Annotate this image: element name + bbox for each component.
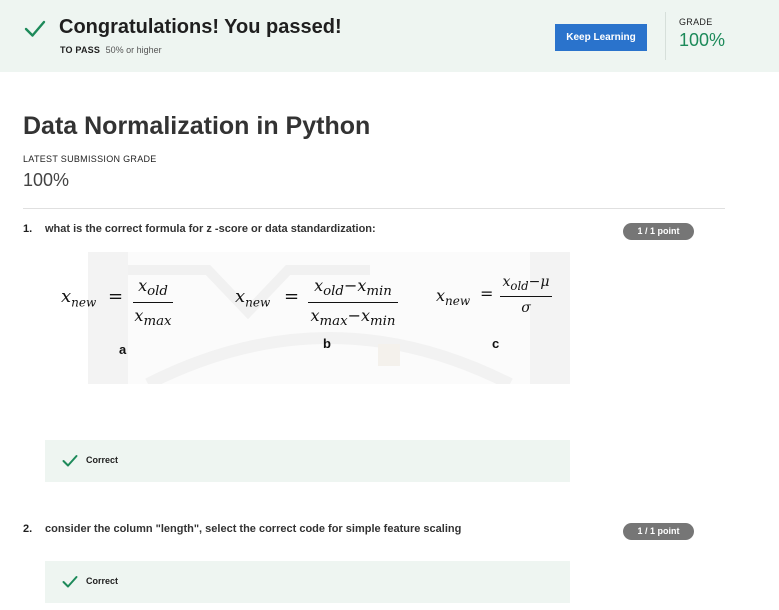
checkmark-icon (24, 18, 46, 45)
question-2-feedback: Correct (45, 561, 570, 603)
latest-submission-label: LATEST SUBMISSION GRADE (23, 154, 157, 164)
formula-c-lhs: xnew (436, 286, 471, 309)
formula-b-lhs: xnew (235, 286, 271, 310)
formula-c-fraction: xold−μ σ (500, 274, 552, 316)
feedback-label: Correct (86, 455, 119, 465)
page-title: Data Normalization in Python (23, 112, 371, 140)
latest-submission-value: 100% (23, 170, 70, 190)
section-divider (23, 208, 725, 209)
question-2-number: 2. (23, 523, 33, 535)
formula-a-fraction: xold xmax (133, 276, 173, 330)
question-2-text: consider the column "length", select the… (45, 523, 462, 535)
formula-c-label: c (492, 336, 500, 351)
grade-value: 100% (679, 30, 726, 50)
formula-b-fraction: xold−xmin xmax−xmin (308, 276, 398, 329)
question-1-text: what is the correct formula for z -score… (45, 223, 376, 235)
feedback-label: Correct (86, 576, 119, 586)
formula-b-equals: = (284, 286, 300, 307)
question-1-points-badge: 1 / 1 point (623, 223, 694, 240)
formula-c-equals: = (480, 284, 494, 303)
to-pass-value: 50% or higher (105, 45, 162, 55)
to-pass-info: TO PASS 50% or higher (60, 45, 162, 55)
formula-a-label: a (119, 342, 127, 357)
pass-banner: Congratulations! You passed! TO PASS 50%… (0, 0, 779, 72)
checkmark-icon (62, 575, 78, 594)
question-2-points-badge: 1 / 1 point (623, 523, 694, 540)
pass-headline: Congratulations! You passed! (59, 16, 342, 38)
keep-learning-button[interactable]: Keep Learning (555, 24, 647, 51)
checkmark-icon (62, 454, 78, 473)
to-pass-label: TO PASS (60, 45, 101, 55)
question-1-number: 1. (23, 223, 33, 235)
formula-a-equals: = (108, 286, 124, 307)
grade-label: GRADE (679, 17, 713, 27)
formula-image: xnew = xold xmax a xnew = xold−xmin xmax… (61, 252, 570, 384)
formula-a-lhs: xnew (61, 286, 97, 310)
question-1-feedback: Correct (45, 440, 570, 482)
banner-divider (665, 12, 666, 60)
formula-b-label: b (323, 336, 331, 351)
